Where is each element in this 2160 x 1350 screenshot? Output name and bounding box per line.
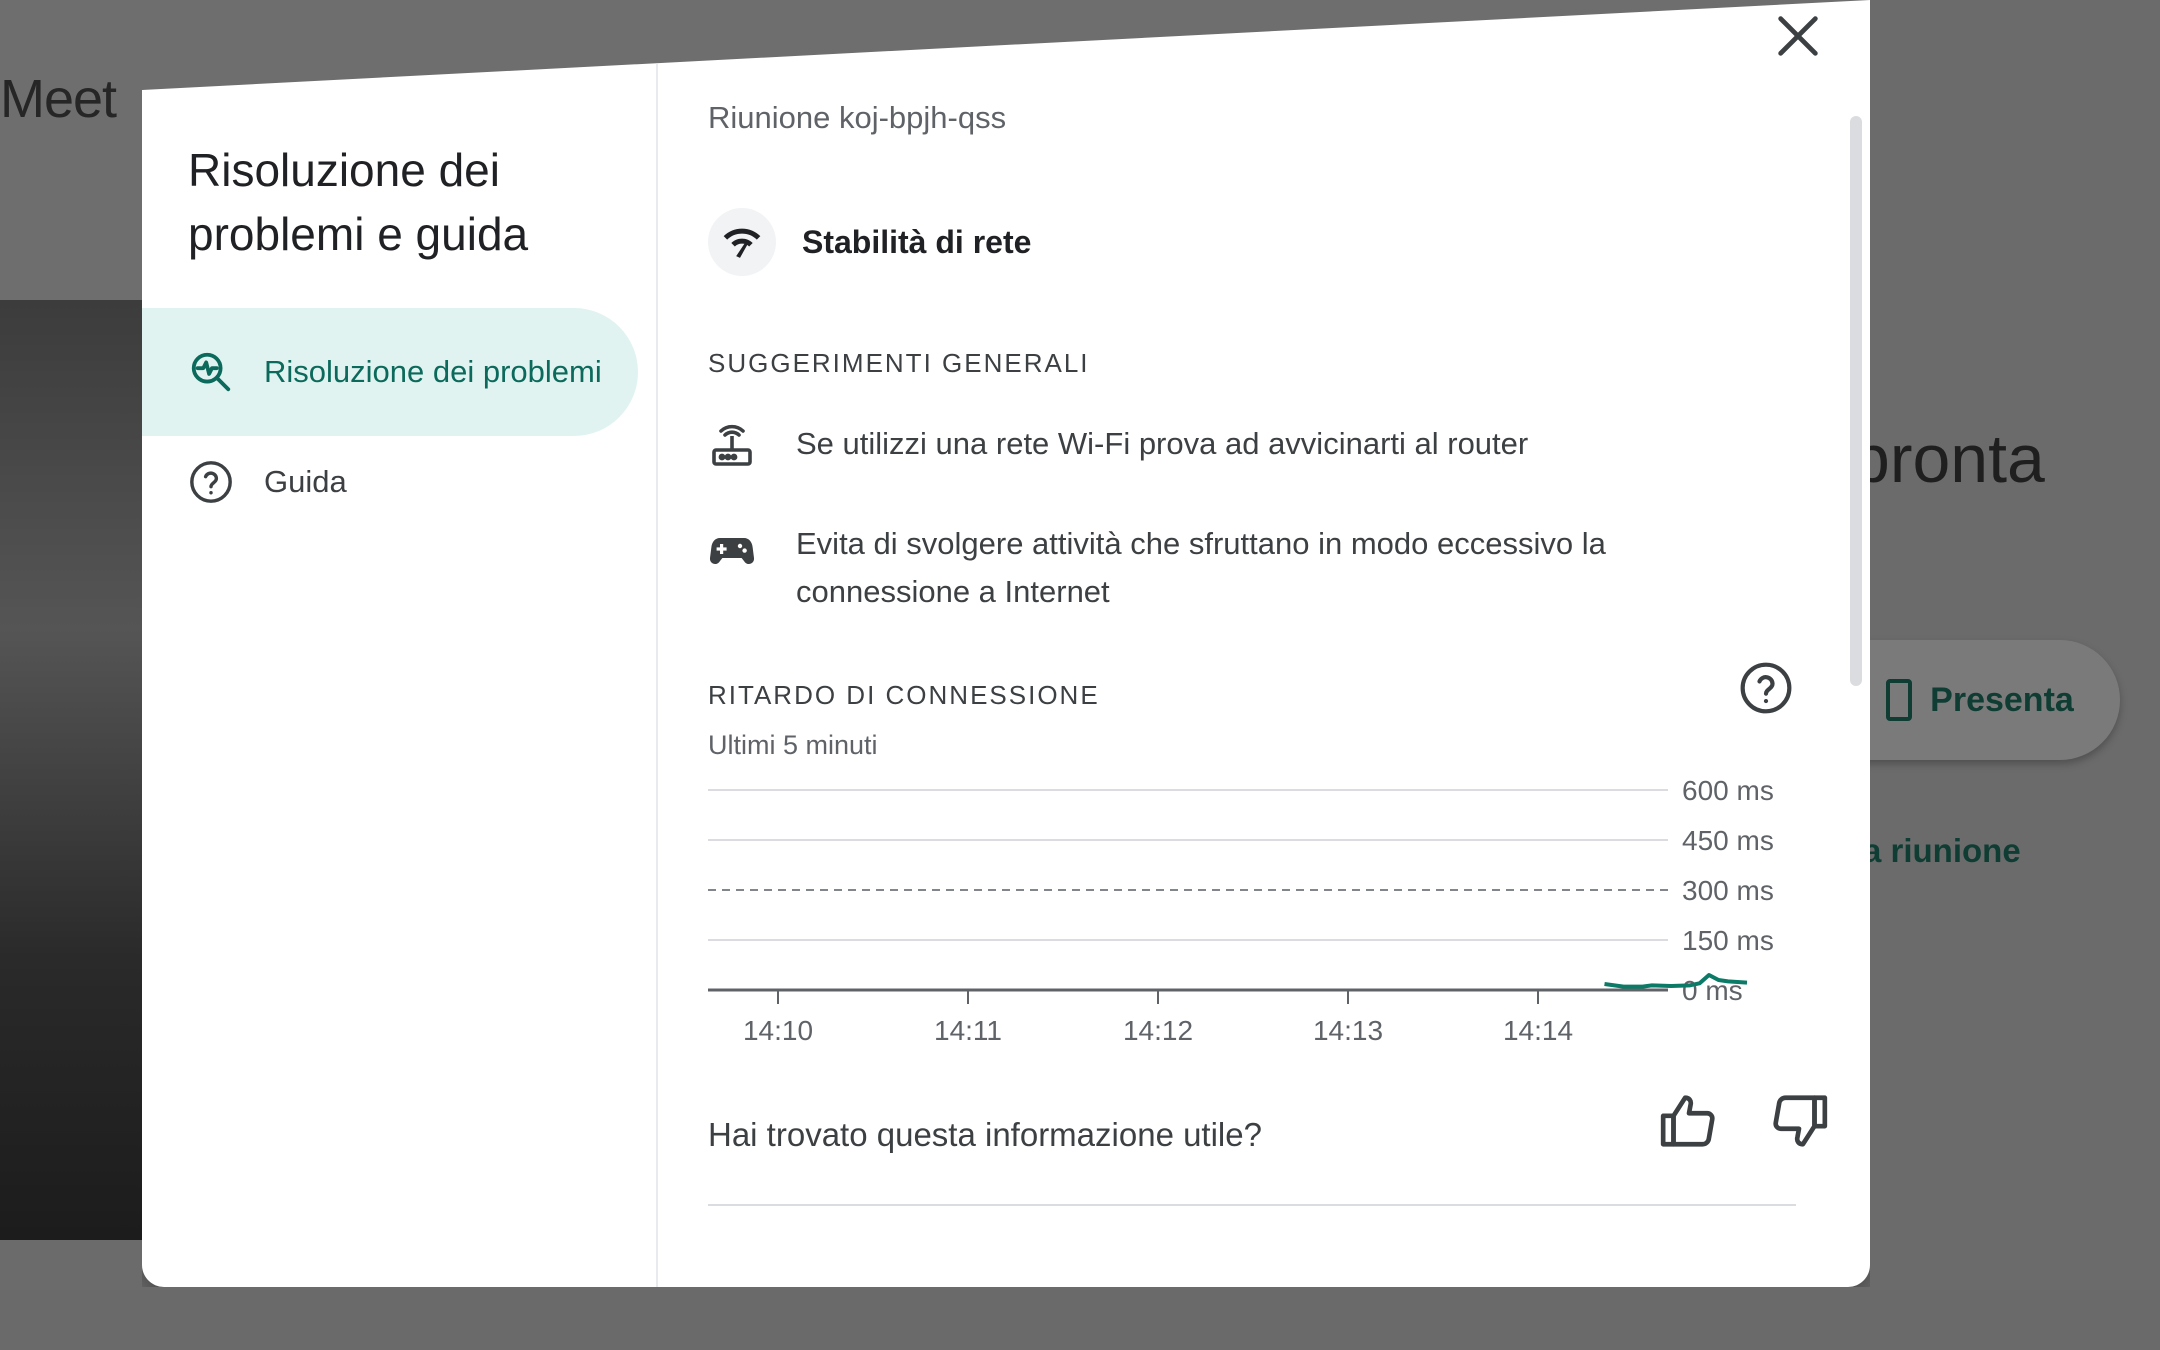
video-preview (0, 300, 150, 1240)
dialog-content: Riunione koj-bpjh-qss Stabilità di rete … (658, 0, 1870, 1287)
ready-heading: pronta (1852, 421, 2045, 497)
dialog-sidebar: Risoluzione dei problemi e guida Risoluz… (142, 0, 658, 1287)
network-signal-icon (708, 208, 776, 276)
section-header: Stabilità di rete (708, 208, 1031, 276)
gamepad-icon (709, 538, 755, 564)
scrollbar[interactable] (1850, 116, 1862, 686)
feedback-question: Hai trovato questa informazione utile? (708, 1116, 1262, 1153)
section-title: Stabilità di rete (802, 223, 1032, 260)
delay-subtitle: Ultimi 5 minuti (708, 730, 878, 760)
delay-heading: RITARDO DI CONNESSIONE (708, 680, 1100, 710)
y-tick-label: 600 ms (1682, 775, 1774, 806)
nav-item-label: Risoluzione dei problemi (264, 354, 602, 389)
background-footer (0, 1290, 2160, 1350)
close-icon[interactable] (1772, 10, 1824, 62)
tips-heading: SUGGERIMENTI GENERALI (708, 348, 1090, 378)
help-icon (188, 459, 234, 505)
y-tick-label: 150 ms (1682, 925, 1774, 956)
meeting-id: Riunione koj-bpjh-qss (708, 100, 1007, 135)
tip-text: Evita di svolgere attività che sfruttano… (796, 526, 1606, 609)
dialog-title: Risoluzione dei problemi e guida (188, 144, 529, 260)
troubleshooting-dialog: Risoluzione dei problemi e guida Risoluz… (142, 0, 1870, 1287)
nav-item-label: Guida (264, 464, 347, 499)
y-tick-label: 300 ms (1682, 875, 1774, 906)
tip-text: Se utilizzi una rete Wi-Fi prova ad avvi… (796, 426, 1529, 461)
x-tick-label: 14:13 (1313, 1015, 1383, 1046)
other-meeting-link[interactable]: ta riunione (1852, 832, 2021, 870)
y-tick-label: 450 ms (1682, 825, 1774, 856)
x-tick-label: 14:11 (934, 1015, 1002, 1046)
troubleshoot-icon (188, 349, 234, 395)
tip-item: Se utilizzi una rete Wi-Fi prova ad avvi… (708, 420, 1748, 472)
present-icon (1886, 679, 1913, 721)
thumbs-up-icon[interactable] (1658, 1090, 1720, 1152)
y-tick-label: 0 ms (1682, 975, 1743, 1006)
connection-delay-chart: 600 ms 450 ms 300 ms 150 ms 0 ms 14:10 14:11 14… (708, 760, 1798, 1060)
divider (708, 1204, 1796, 1206)
nav-item-guide[interactable]: Guida (142, 418, 638, 546)
x-tick-label: 14:12 (1123, 1015, 1193, 1046)
nav-item-troubleshooting[interactable]: Risoluzione dei problemi (142, 308, 638, 436)
present-button-label: Presenta (1930, 680, 2074, 719)
chart-svg: 600 ms 450 ms 300 ms 150 ms 0 ms 14:10 14:11 14… (708, 775, 1774, 1046)
tip-item: Evita di svolgere attività che sfruttano… (708, 520, 1748, 616)
thumbs-down-icon[interactable] (1768, 1090, 1830, 1152)
app-logo-text: Meet (0, 69, 117, 129)
help-icon[interactable] (1738, 660, 1794, 716)
x-tick-label: 14:10 (743, 1015, 813, 1046)
x-tick-label: 14:14 (1503, 1015, 1573, 1046)
router-icon (712, 424, 752, 466)
